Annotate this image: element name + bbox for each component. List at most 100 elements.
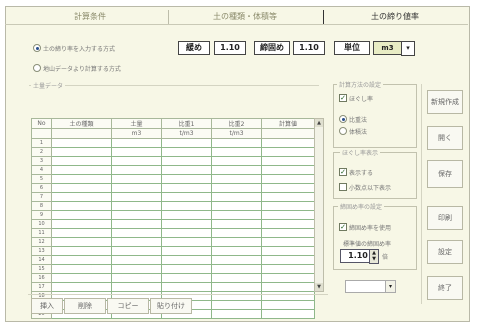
table-cell[interactable] <box>261 156 315 166</box>
table-cell[interactable] <box>261 201 315 211</box>
column-header[interactable]: No <box>31 118 52 129</box>
table-cell[interactable] <box>51 282 112 292</box>
table-row[interactable]: 9 <box>31 210 315 220</box>
new-button[interactable]: 新規作成 <box>427 90 463 114</box>
table-cell[interactable] <box>211 192 262 202</box>
copy-row-button[interactable]: コピー <box>107 298 149 314</box>
column-header[interactable]: 計算値 <box>261 118 315 129</box>
table-cell[interactable] <box>111 210 162 220</box>
table-cell[interactable] <box>51 228 112 238</box>
table-cell[interactable] <box>261 192 315 202</box>
scroll-up-icon[interactable]: ▲ <box>315 119 323 127</box>
table-cell[interactable] <box>211 219 262 229</box>
open-button[interactable]: 開く <box>427 126 463 150</box>
table-scrollbar[interactable]: ▲ ▼ <box>314 118 324 292</box>
tab-soil-compaction[interactable]: 土の締り値率 <box>325 10 465 24</box>
row-header[interactable]: 16 <box>31 273 52 283</box>
table-cell[interactable] <box>111 264 162 274</box>
row-header[interactable]: 2 <box>31 147 52 157</box>
table-cell[interactable] <box>161 282 212 292</box>
table-cell[interactable] <box>211 210 262 220</box>
table-cell[interactable] <box>161 255 212 265</box>
table-cell[interactable] <box>261 138 315 148</box>
extra-select[interactable] <box>345 280 387 293</box>
table-row[interactable]: 1 <box>31 138 315 148</box>
data-table[interactable]: No 土の種類 土量 比重1 比重2 計算値 m3 t/m3 t/m3 1 2 3 4 5 6 7 8 9 10… <box>31 118 315 319</box>
row-header[interactable]: 1 <box>31 138 52 148</box>
table-row[interactable]: 16 <box>31 273 315 283</box>
unit-select[interactable]: m3 <box>373 41 402 55</box>
mode-radio-calc[interactable] <box>33 64 41 72</box>
table-cell[interactable] <box>211 147 262 157</box>
mode-radio-input[interactable] <box>33 44 41 52</box>
row-header[interactable]: 12 <box>31 237 52 247</box>
use-compact-checkbox[interactable]: ✓ <box>339 223 347 231</box>
table-cell[interactable] <box>161 201 212 211</box>
scroll-down-icon[interactable]: ▼ <box>315 283 323 291</box>
table-row[interactable]: 17 <box>31 282 315 292</box>
exit-button[interactable]: 終了 <box>427 276 463 300</box>
decimal-checkbox[interactable] <box>339 183 347 191</box>
table-cell[interactable] <box>51 147 112 157</box>
table-row[interactable]: 13 <box>31 246 315 256</box>
table-cell[interactable] <box>161 228 212 238</box>
table-row[interactable]: 8 <box>31 201 315 211</box>
table-cell[interactable] <box>261 300 315 310</box>
table-cell[interactable] <box>161 237 212 247</box>
column-header[interactable]: 比重1 <box>161 118 212 129</box>
table-cell[interactable] <box>211 309 262 319</box>
table-cell[interactable] <box>261 255 315 265</box>
insert-row-button[interactable]: 挿入 <box>31 298 63 314</box>
table-cell[interactable] <box>51 264 112 274</box>
table-cell[interactable] <box>111 282 162 292</box>
table-row[interactable]: 3 <box>31 156 315 166</box>
table-cell[interactable] <box>161 192 212 202</box>
table-cell[interactable] <box>161 147 212 157</box>
table-cell[interactable] <box>161 156 212 166</box>
table-cell[interactable] <box>111 156 162 166</box>
row-header[interactable]: 17 <box>31 282 52 292</box>
table-cell[interactable] <box>51 156 112 166</box>
loosen-value-field[interactable]: 1.10 <box>214 41 246 55</box>
table-cell[interactable] <box>211 264 262 274</box>
table-cell[interactable] <box>51 201 112 211</box>
spin-arrows-icon[interactable]: ▲ ▼ <box>369 249 379 264</box>
table-cell[interactable] <box>161 264 212 274</box>
row-header[interactable]: 15 <box>31 264 52 274</box>
save-button[interactable]: 保存 <box>427 160 463 188</box>
table-cell[interactable] <box>111 174 162 184</box>
row-header[interactable]: 10 <box>31 219 52 229</box>
row-header[interactable]: 9 <box>31 210 52 220</box>
compact-value-field[interactable]: 1.10 <box>293 41 325 55</box>
table-cell[interactable] <box>261 219 315 229</box>
table-cell[interactable] <box>51 138 112 148</box>
row-header[interactable]: 5 <box>31 174 52 184</box>
chevron-down-icon[interactable]: ▾ <box>385 280 396 293</box>
table-cell[interactable] <box>111 255 162 265</box>
table-cell[interactable] <box>111 228 162 238</box>
table-cell[interactable] <box>111 246 162 256</box>
table-cell[interactable] <box>111 273 162 283</box>
table-cell[interactable] <box>51 219 112 229</box>
table-cell[interactable] <box>261 264 315 274</box>
row-header[interactable]: 14 <box>31 255 52 265</box>
tab-calculation-conditions[interactable]: 計算条件 <box>30 10 150 24</box>
table-row[interactable]: 14 <box>31 255 315 265</box>
table-cell[interactable] <box>211 291 262 301</box>
show-checkbox[interactable]: ✓ <box>339 168 347 176</box>
table-cell[interactable] <box>161 165 212 175</box>
table-row[interactable]: 5 <box>31 174 315 184</box>
table-cell[interactable] <box>51 210 112 220</box>
table-cell[interactable] <box>51 255 112 265</box>
table-cell[interactable] <box>211 183 262 193</box>
table-cell[interactable] <box>51 273 112 283</box>
table-row[interactable]: 10 <box>31 219 315 229</box>
table-cell[interactable] <box>261 174 315 184</box>
table-row[interactable]: 12 <box>31 237 315 247</box>
table-cell[interactable] <box>211 255 262 265</box>
table-row[interactable]: 6 <box>31 183 315 193</box>
table-cell[interactable] <box>211 282 262 292</box>
paste-row-button[interactable]: 貼り付け <box>150 298 192 314</box>
table-cell[interactable] <box>111 237 162 247</box>
table-cell[interactable] <box>211 228 262 238</box>
